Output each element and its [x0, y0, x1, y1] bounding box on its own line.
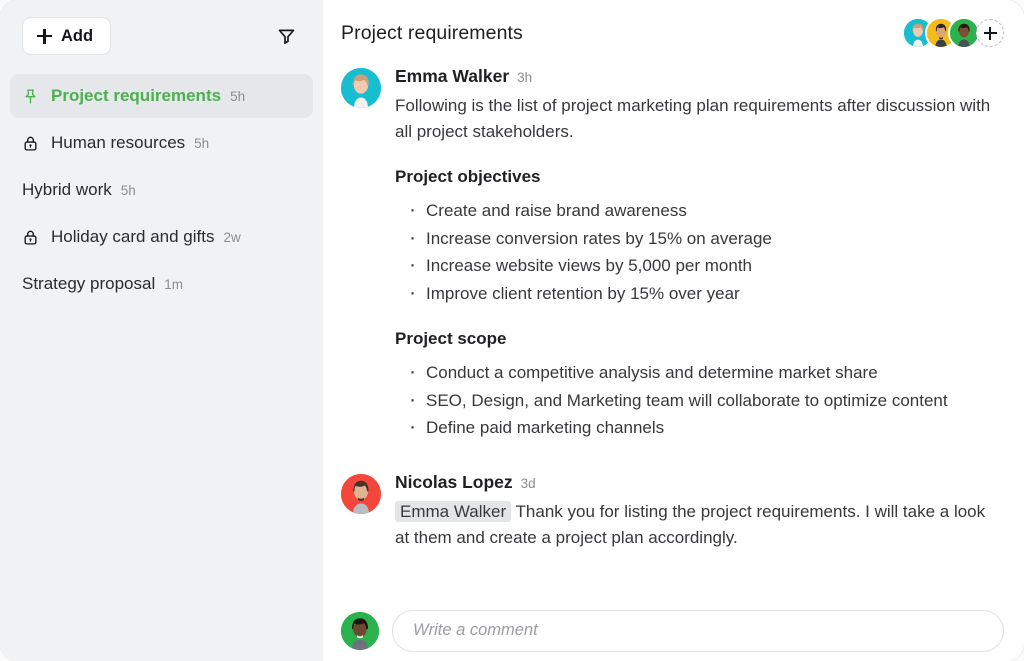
- list-item: Improve client retention by 15% over yea…: [407, 280, 1004, 308]
- add-button-label: Add: [61, 27, 93, 46]
- lock-icon: [22, 135, 44, 152]
- sidebar-item-project-requirements[interactable]: Project requirements 5h: [10, 74, 313, 118]
- main-header: Project requirements: [323, 0, 1024, 66]
- message-body: Nicolas Lopez 3d Emma Walker Thank you f…: [395, 472, 1004, 551]
- bullet-list: Conduct a competitive analysis and deter…: [395, 359, 1004, 442]
- message-author: Nicolas Lopez: [395, 472, 513, 493]
- list-item: Define paid marketing channels: [407, 414, 1004, 442]
- message-timestamp: 3h: [517, 70, 532, 85]
- message-body: Emma Walker 3h Following is the list of …: [395, 66, 1004, 442]
- sidebar-toolbar: Add: [0, 0, 323, 72]
- avatar[interactable]: [341, 474, 381, 514]
- sidebar-item-holiday-card-and-gifts[interactable]: Holiday card and gifts 2w: [10, 215, 313, 259]
- main-panel: Project requirements: [323, 0, 1024, 661]
- list-item: SEO, Design, and Marketing team will col…: [407, 387, 1004, 415]
- comment-input[interactable]: [392, 610, 1004, 652]
- add-member-button[interactable]: [976, 19, 1004, 47]
- sidebar-item-time: 5h: [121, 183, 136, 198]
- sidebar-item-label: Holiday card and gifts: [51, 227, 214, 247]
- list-item: Increase website views by 5,000 per mont…: [407, 252, 1004, 280]
- plus-icon: [37, 29, 52, 44]
- message-author: Emma Walker: [395, 66, 509, 87]
- list-item: Increase conversion rates by 15% on aver…: [407, 225, 1004, 253]
- channel-list: Project requirements 5h Human resources …: [0, 72, 323, 306]
- list-item: Conduct a competitive analysis and deter…: [407, 359, 1004, 387]
- list-item: Create and raise brand awareness: [407, 197, 1004, 225]
- comment-composer: [341, 600, 1004, 661]
- section-heading: Project objectives: [395, 167, 1004, 187]
- message-header: Emma Walker 3h: [395, 66, 1004, 87]
- sidebar-item-label: Project requirements: [51, 86, 221, 106]
- filter-funnel-icon: [276, 26, 297, 47]
- pin-icon: [22, 88, 44, 105]
- section-heading: Project scope: [395, 329, 1004, 349]
- sidebar-item-time: 5h: [194, 136, 209, 151]
- bullet-list: Create and raise brand awareness Increas…: [395, 197, 1004, 307]
- sidebar-item-label: Hybrid work: [22, 180, 112, 200]
- sidebar-item-time: 5h: [230, 89, 245, 104]
- sidebar-item-strategy-proposal[interactable]: Strategy proposal 1m: [10, 262, 313, 306]
- sidebar-item-hybrid-work[interactable]: Hybrid work 5h: [10, 168, 313, 212]
- sidebar-item-label: Strategy proposal: [22, 274, 155, 294]
- filter-button[interactable]: [271, 21, 301, 51]
- message-thread: Emma Walker 3h Following is the list of …: [323, 66, 1024, 551]
- page-title: Project requirements: [341, 22, 523, 45]
- avatar[interactable]: [341, 68, 381, 108]
- sidebar: Add Project requirements 5h: [0, 0, 323, 661]
- message-text: Emma Walker Thank you for listing the pr…: [395, 499, 1004, 551]
- lock-icon: [22, 229, 44, 246]
- sidebar-item-human-resources[interactable]: Human resources 5h: [10, 121, 313, 165]
- message-header: Nicolas Lopez 3d: [395, 472, 1004, 493]
- message: Nicolas Lopez 3d Emma Walker Thank you f…: [341, 472, 1004, 551]
- member-avatar-stack: [902, 17, 1004, 49]
- message-text: Following is the list of project marketi…: [395, 93, 1004, 145]
- sidebar-item-time: 1m: [164, 277, 183, 292]
- sidebar-item-time: 2w: [223, 230, 240, 245]
- avatar[interactable]: [341, 612, 379, 650]
- message: Emma Walker 3h Following is the list of …: [341, 66, 1004, 442]
- plus-icon: [984, 27, 997, 40]
- app-window: Add Project requirements 5h: [0, 0, 1024, 661]
- sidebar-item-label: Human resources: [51, 133, 185, 153]
- mention-chip[interactable]: Emma Walker: [395, 501, 511, 522]
- message-timestamp: 3d: [521, 476, 536, 491]
- add-button[interactable]: Add: [22, 17, 111, 55]
